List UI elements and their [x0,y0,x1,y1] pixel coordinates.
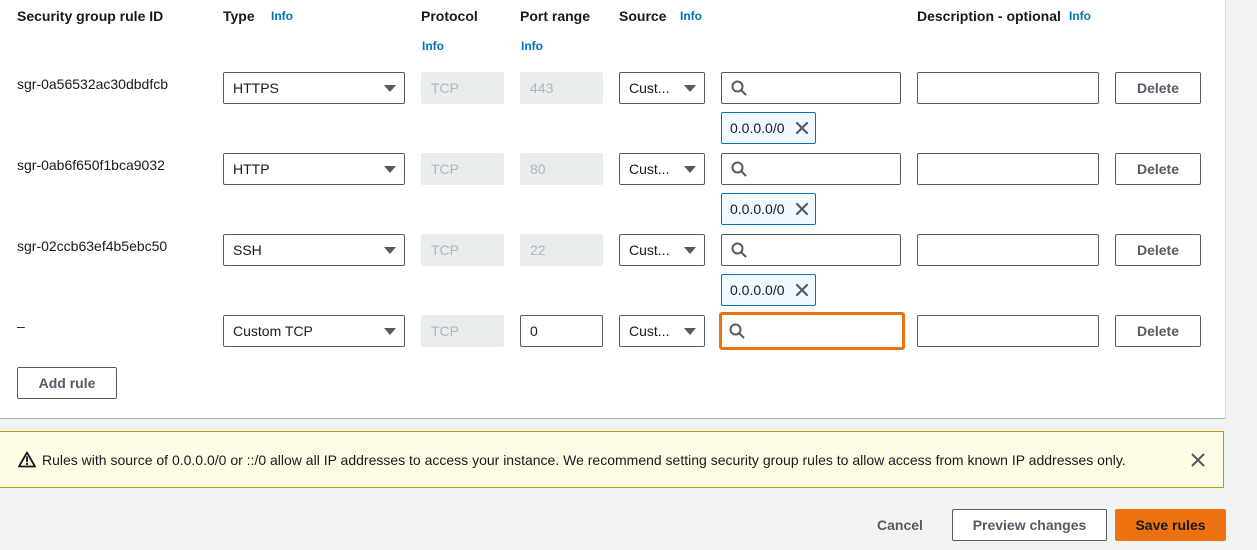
source-info-link[interactable]: Info [680,9,702,23]
search-icon [731,242,747,258]
description-input[interactable] [917,315,1099,347]
delete-rule-button[interactable]: Delete [1115,315,1201,347]
rule-id: sgr-0a56532ac30dbdfcb [17,76,169,92]
close-icon[interactable] [795,283,809,297]
source-type-select[interactable]: Cust... [619,315,705,347]
rule-id: sgr-0ab6f650f1bca9032 [17,157,165,173]
search-icon [731,161,747,177]
delete-rule-button[interactable]: Delete [1115,153,1201,185]
source-search-input[interactable] [720,313,904,349]
protocol-field: TCP [421,234,504,266]
cidr-token-label: 0.0.0.0/0 [730,282,785,298]
add-rule-button[interactable]: Add rule [17,367,117,399]
type-select[interactable]: Custom TCP [223,315,405,347]
save-rules-button[interactable]: Save rules [1115,509,1226,541]
warning-alert: Rules with source of 0.0.0.0/0 or ::/0 a… [0,431,1224,488]
rule-id: – [17,318,25,334]
search-icon [731,80,747,96]
alert-message: Rules with source of 0.0.0.0/0 or ::/0 a… [42,451,1126,468]
protocol-info-link[interactable]: Info [422,39,444,53]
type-info-link[interactable]: Info [271,9,293,23]
header-description: Description - optional [917,8,1061,24]
source-type-select[interactable]: Cust... [619,153,705,185]
cancel-button[interactable]: Cancel [870,509,930,541]
caret-down-icon [684,327,696,335]
type-select[interactable]: HTTP [223,153,405,185]
type-select-value: Custom TCP [233,323,313,339]
type-select[interactable]: HTTPS [223,72,405,104]
type-select-value: HTTP [233,161,270,177]
type-select[interactable]: SSH [223,234,405,266]
source-type-value: Cust... [629,242,670,258]
delete-rule-button[interactable]: Delete [1115,72,1201,104]
caret-down-icon [384,327,396,335]
caret-down-icon [384,246,396,254]
header-port-range: Port range [520,8,591,24]
caret-down-icon [684,165,696,173]
header-protocol: Protocol [421,8,478,24]
description-info-link[interactable]: Info [1069,9,1091,23]
search-icon [729,323,745,339]
caret-down-icon [384,165,396,173]
source-type-select[interactable]: Cust... [619,72,705,104]
port-range-field: 80 [520,153,603,185]
caret-down-icon [384,84,396,92]
source-type-select[interactable]: Cust... [619,234,705,266]
source-type-value: Cust... [629,161,670,177]
source-type-value: Cust... [629,323,670,339]
preview-changes-button[interactable]: Preview changes [952,509,1107,541]
type-select-value: SSH [233,242,262,258]
protocol-field: TCP [421,153,504,185]
cidr-token: 0.0.0.0/0 [721,274,816,306]
description-input[interactable] [917,234,1099,266]
description-input[interactable] [917,153,1099,185]
delete-rule-button[interactable]: Delete [1115,234,1201,266]
header-source: Source [619,8,667,24]
port-range-field: 443 [520,72,603,104]
close-icon[interactable] [1191,453,1205,467]
caret-down-icon [684,246,696,254]
caret-down-icon [684,84,696,92]
protocol-field: TCP [421,315,504,347]
port-range-field: 22 [520,234,603,266]
close-icon[interactable] [795,121,809,135]
protocol-field: TCP [421,72,504,104]
cidr-token: 0.0.0.0/0 [721,193,816,225]
type-select-value: HTTPS [233,80,279,96]
inbound-rules-panel: Security group rule ID Type Info Protoco… [0,0,1226,419]
cidr-token-label: 0.0.0.0/0 [730,201,785,217]
source-type-value: Cust... [629,80,670,96]
source-search-input[interactable] [721,234,901,266]
header-rule-id: Security group rule ID [17,8,164,24]
source-search-input[interactable] [721,153,901,185]
cidr-token-label: 0.0.0.0/0 [730,120,785,136]
rule-id: sgr-02ccb63ef4b5ebc50 [17,238,168,254]
header-type: Type [223,8,255,24]
warning-icon [18,451,36,468]
close-icon[interactable] [795,202,809,216]
port-range-info-link[interactable]: Info [521,39,543,53]
port-range-input[interactable]: 0 [520,315,603,347]
source-search-input[interactable] [721,72,901,104]
description-input[interactable] [917,72,1099,104]
cidr-token: 0.0.0.0/0 [721,112,816,144]
